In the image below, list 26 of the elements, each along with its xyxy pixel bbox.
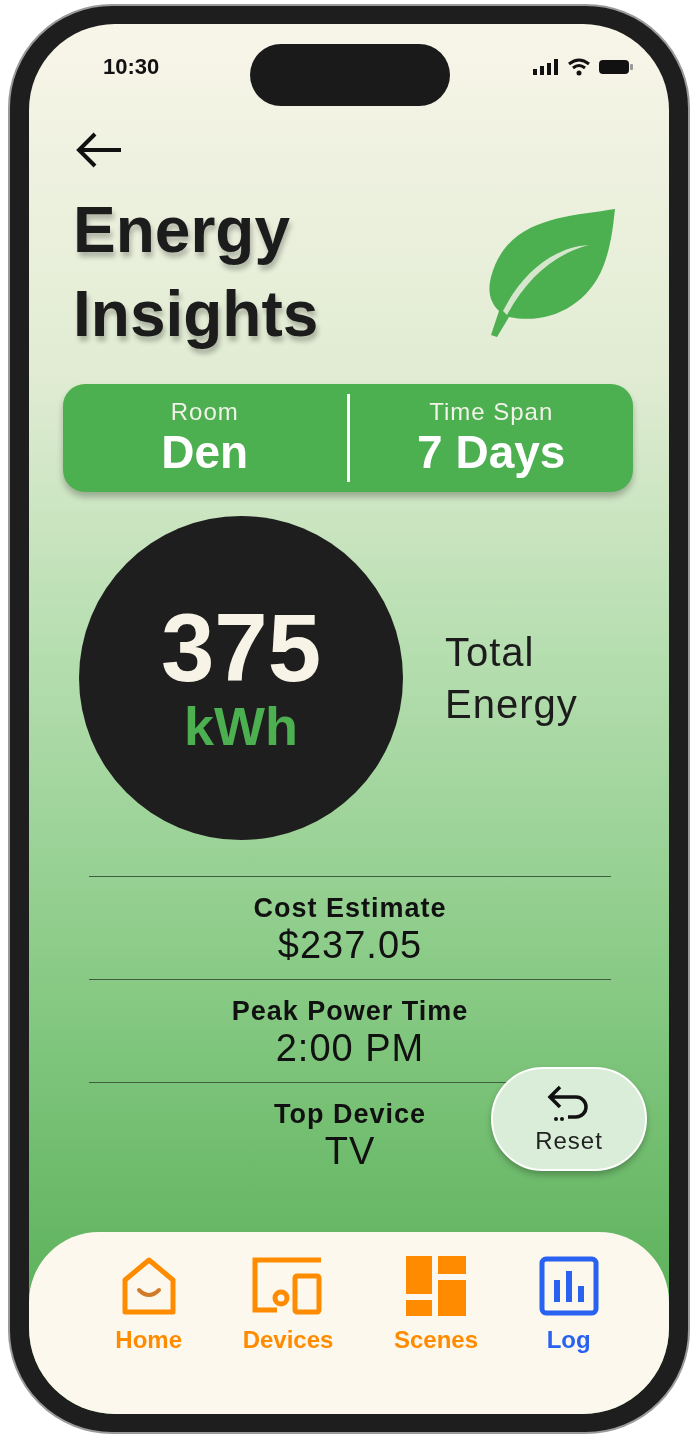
devices-icon <box>251 1256 325 1316</box>
filter-value[interactable]: Den <box>161 426 249 478</box>
reset-button[interactable]: Reset <box>491 1067 647 1171</box>
wifi-icon <box>567 58 591 76</box>
nav-tab[interactable]: Scenes <box>394 1256 479 1354</box>
stat-label: Cost Estimate <box>253 893 447 924</box>
nav-tab[interactable]: Log <box>538 1256 599 1354</box>
filter-label: Room <box>170 398 239 426</box>
energy-value: 375 <box>160 600 322 696</box>
energy-unit: kWh <box>184 696 298 756</box>
page-title: Energy Insights <box>73 193 320 352</box>
bar-chart-icon <box>538 1256 599 1316</box>
stat-value: $237.05 <box>277 924 423 967</box>
filter-label: Time Span <box>429 398 554 426</box>
filter-value[interactable]: 7 Days <box>417 426 566 478</box>
nav-tab[interactable]: Devices <box>242 1256 334 1354</box>
battery-icon <box>599 59 633 75</box>
stat-label: Peak Power Time <box>231 996 469 1027</box>
grid-icon <box>406 1256 467 1316</box>
stat-label: Top Device <box>273 1099 426 1130</box>
energy-label: Total Energy <box>445 629 579 728</box>
nav-tab[interactable]: Home <box>115 1256 182 1354</box>
signal-icon <box>533 59 559 75</box>
stat-value: 2:00 PM <box>275 1027 425 1070</box>
stat-value: TV <box>324 1130 376 1173</box>
status-time: 10:30 <box>103 54 160 80</box>
